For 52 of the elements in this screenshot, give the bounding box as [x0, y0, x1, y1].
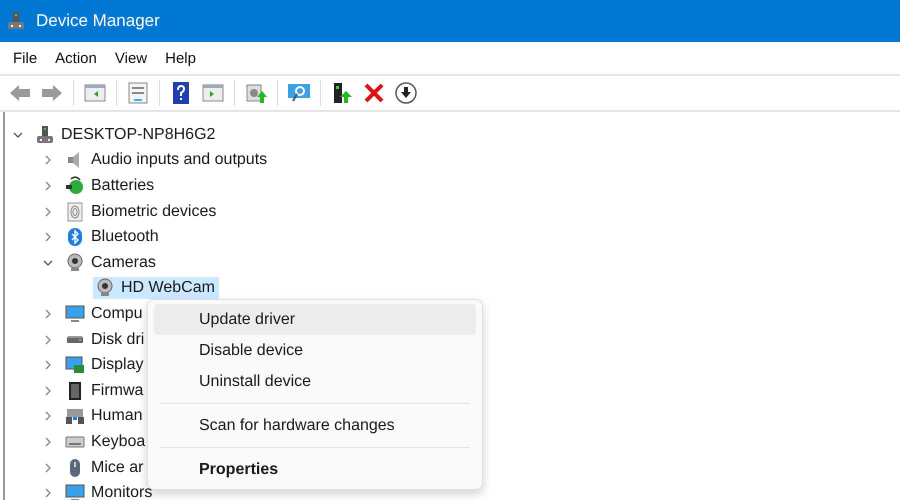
tree-item-label[interactable]: Mice ar	[91, 458, 144, 477]
fingerprint-icon	[65, 202, 85, 222]
tree-item-label[interactable]: Human	[91, 407, 143, 426]
context-menu-item[interactable]: Update driver	[154, 304, 476, 335]
tree-item-label[interactable]: DESKTOP-NP8H6G2	[61, 126, 216, 144]
tree-item-label[interactable]: Disk dri	[91, 330, 144, 349]
chevron-icon[interactable]	[43, 334, 53, 345]
context-menu-item[interactable]: Scan for hardware changes	[154, 410, 476, 441]
chevron-icon[interactable]	[43, 386, 53, 396]
bluetooth-icon	[65, 227, 85, 248]
tree-item-label[interactable]: Compu	[91, 304, 143, 323]
monitor-icon	[65, 304, 85, 324]
chevron-icon[interactable]	[43, 488, 53, 498]
context-menu-item[interactable]: Properties	[154, 454, 476, 485]
webcam-icon	[95, 278, 115, 298]
chevron-icon[interactable]	[43, 436, 53, 447]
monitor-icon	[65, 483, 85, 500]
tree-item-label[interactable]: Display	[91, 356, 144, 374]
chevron-icon[interactable]	[43, 155, 53, 166]
menu-item[interactable]: Action	[46, 50, 106, 66]
chevron-icon[interactable]	[43, 206, 53, 217]
chevron-icon[interactable]	[43, 232, 53, 242]
tree-item-label[interactable]: Monitors	[91, 484, 152, 500]
tree-item-label[interactable]: Bluetooth	[91, 228, 159, 246]
computer-icon	[6, 11, 26, 31]
tree-item-label[interactable]: Keyboa	[91, 432, 146, 451]
input-device-icon	[65, 406, 85, 426]
display-adapter-icon	[65, 355, 85, 376]
chevron-icon[interactable]	[13, 130, 23, 140]
webcam-icon	[65, 252, 85, 273]
window-title: Device Manager	[36, 11, 160, 31]
tree-item-label[interactable]: Cameras	[91, 254, 156, 272]
disk-drive-icon	[65, 335, 85, 344]
chevron-icon[interactable]	[43, 180, 53, 191]
chevron-icon[interactable]	[43, 462, 53, 473]
tree-item-label[interactable]: Biometric devices	[91, 202, 216, 221]
tree-item-label[interactable]: Firmwa	[91, 382, 144, 400]
chevron-icon[interactable]	[43, 411, 53, 422]
menu-item[interactable]: View	[106, 50, 156, 66]
battery-icon	[65, 176, 85, 196]
chevron-icon[interactable]	[43, 258, 53, 268]
menu-item[interactable]: Help	[156, 50, 205, 66]
context-menu-item[interactable]: Uninstall device	[154, 366, 476, 397]
selected-tree-item[interactable]: HD WebCam	[93, 277, 219, 300]
tree-item-label[interactable]: Audio inputs and outputs	[91, 151, 268, 170]
context-menu-item[interactable]: Disable device	[154, 335, 476, 366]
chevron-icon[interactable]	[43, 308, 53, 319]
menu-item[interactable]: File	[4, 50, 46, 66]
tree-item-label[interactable]: HD WebCam	[121, 279, 215, 298]
chevron-icon[interactable]	[43, 360, 53, 370]
computer-icon	[35, 124, 55, 145]
tree-item-label[interactable]: Batteries	[91, 176, 154, 195]
